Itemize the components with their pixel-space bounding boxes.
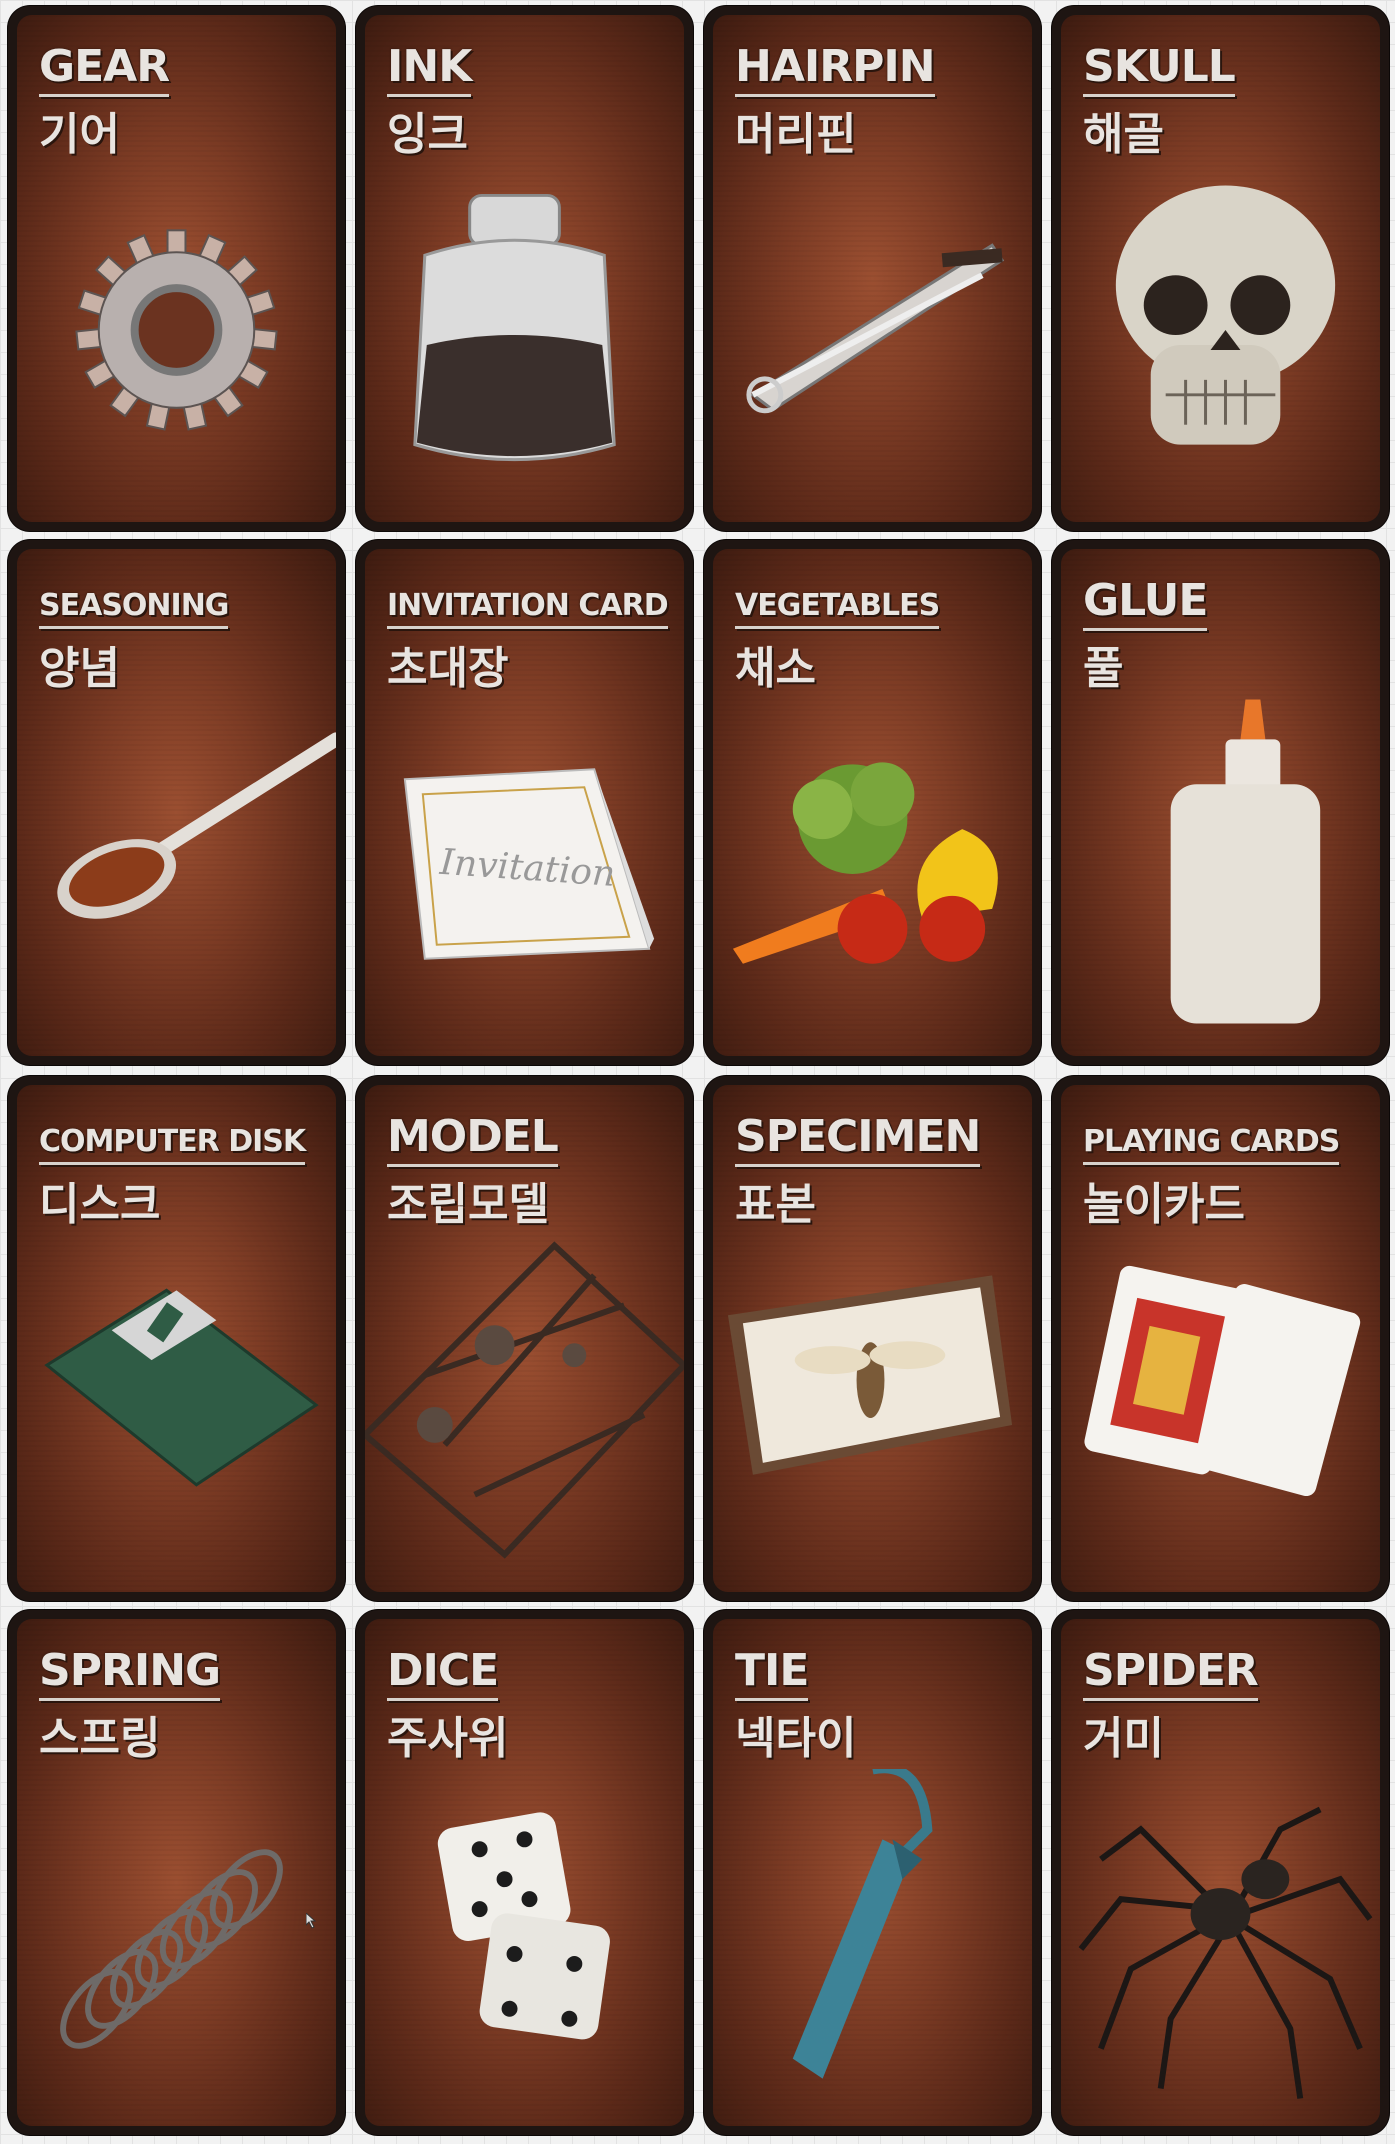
card-skull[interactable]: SKULL 해골 [1052,6,1389,531]
card-title-en: DICE [387,1649,499,1701]
card-title-ko: 넥타이 [735,1713,857,1764]
card-sheet: GEAR 기어 INK 잉크 HAIRPIN 머리핀 SKULL 해골 SEAS… [0,0,1395,2144]
card-title-en: VEGETABLES [735,591,940,629]
card-dice[interactable]: DICE 주사위 [356,1610,693,2135]
gear-icon [17,165,336,505]
card-title-en: GLUE [1083,579,1208,631]
card-title-en: SPRING [39,1649,221,1701]
invitation-card-icon: Invitation [365,699,684,1039]
playing-cards-icon [1061,1235,1380,1575]
card-title-en: SPECIMEN [735,1115,981,1167]
card-face: INVITATION CARD 초대장 Invitation [365,549,684,1056]
card-title-ko: 스프링 [39,1713,161,1764]
card-title-ko: 해골 [1083,109,1164,160]
card-title-ko: 초대장 [387,643,509,694]
card-title-ko: 채소 [735,643,816,694]
card-face: HAIRPIN 머리핀 [713,15,1032,522]
spring-icon [17,1769,336,2109]
dice-icon [365,1769,684,2109]
card-playing-cards[interactable]: PLAYING CARDS 놀이카드 [1052,1076,1389,1601]
card-title-ko: 풀 [1083,643,1124,694]
card-title-ko: 거미 [1083,1713,1164,1764]
card-face: SPRING 스프링 [17,1619,336,2126]
card-spring[interactable]: SPRING 스프링 [8,1610,345,2135]
card-model[interactable]: MODEL 조립모델 [356,1076,693,1601]
card-hairpin[interactable]: HAIRPIN 머리핀 [704,6,1041,531]
card-invitation[interactable]: INVITATION CARD 초대장 Invitation [356,540,693,1065]
card-title-en: GEAR [39,45,170,97]
card-title-ko: 잉크 [387,109,468,160]
card-vegetables[interactable]: VEGETABLES 채소 [704,540,1041,1065]
card-title-en: HAIRPIN [735,45,936,97]
card-face: SKULL 해골 [1061,15,1380,522]
floppy-disk-icon [17,1235,336,1575]
card-title-ko: 머리핀 [735,109,857,160]
glue-bottle-icon [1061,699,1380,1039]
card-title-en: PLAYING CARDS [1083,1127,1340,1165]
spider-icon [1061,1769,1380,2109]
card-title-ko: 놀이카드 [1083,1179,1245,1230]
card-title-en: COMPUTER DISK [39,1127,306,1165]
card-title-en: INK [387,45,472,97]
card-face: GLUE 풀 [1061,549,1380,1056]
card-title-en: TIE [735,1649,809,1701]
card-specimen[interactable]: SPECIMEN 표본 [704,1076,1041,1601]
card-title-en: SPIDER [1083,1649,1259,1701]
card-title-en: SKULL [1083,45,1236,97]
card-glue[interactable]: GLUE 풀 [1052,540,1389,1065]
card-title-en: MODEL [387,1115,559,1167]
card-face: SEASONING 양념 [17,549,336,1056]
hairpin-icon [713,165,1032,505]
card-title-ko: 양념 [39,643,120,694]
card-spider[interactable]: SPIDER 거미 [1052,1610,1389,2135]
card-face: DICE 주사위 [365,1619,684,2126]
card-title-en: SEASONING [39,591,229,629]
card-face: INK 잉크 [365,15,684,522]
card-face: VEGETABLES 채소 [713,549,1032,1056]
card-title-en: INVITATION CARD [387,591,669,629]
card-title-ko: 기어 [39,109,120,160]
necktie-icon [713,1769,1032,2109]
card-face: COMPUTER DISK 디스크 [17,1085,336,1592]
card-tie[interactable]: TIE 넥타이 [704,1610,1041,2135]
card-title-ko: 조립모델 [387,1179,549,1230]
card-computer-disk[interactable]: COMPUTER DISK 디스크 [8,1076,345,1601]
model-kit-icon [365,1235,684,1575]
card-face: SPECIMEN 표본 [713,1085,1032,1592]
spoon-seasoning-icon [17,699,336,1039]
card-face: TIE 넥타이 [713,1619,1032,2126]
card-face: GEAR 기어 [17,15,336,522]
card-title-ko: 디스크 [39,1179,161,1230]
skull-icon [1061,165,1380,505]
card-face: SPIDER 거미 [1061,1619,1380,2126]
card-ink[interactable]: INK 잉크 [356,6,693,531]
card-title-ko: 표본 [735,1179,816,1230]
vegetables-icon [713,699,1032,1039]
card-face: PLAYING CARDS 놀이카드 [1061,1085,1380,1592]
card-seasoning[interactable]: SEASONING 양념 [8,540,345,1065]
insect-specimen-icon [713,1235,1032,1575]
card-title-ko: 주사위 [387,1713,509,1764]
card-face: MODEL 조립모델 [365,1085,684,1592]
card-gear[interactable]: GEAR 기어 [8,6,345,531]
ink-bottle-icon [365,165,684,505]
